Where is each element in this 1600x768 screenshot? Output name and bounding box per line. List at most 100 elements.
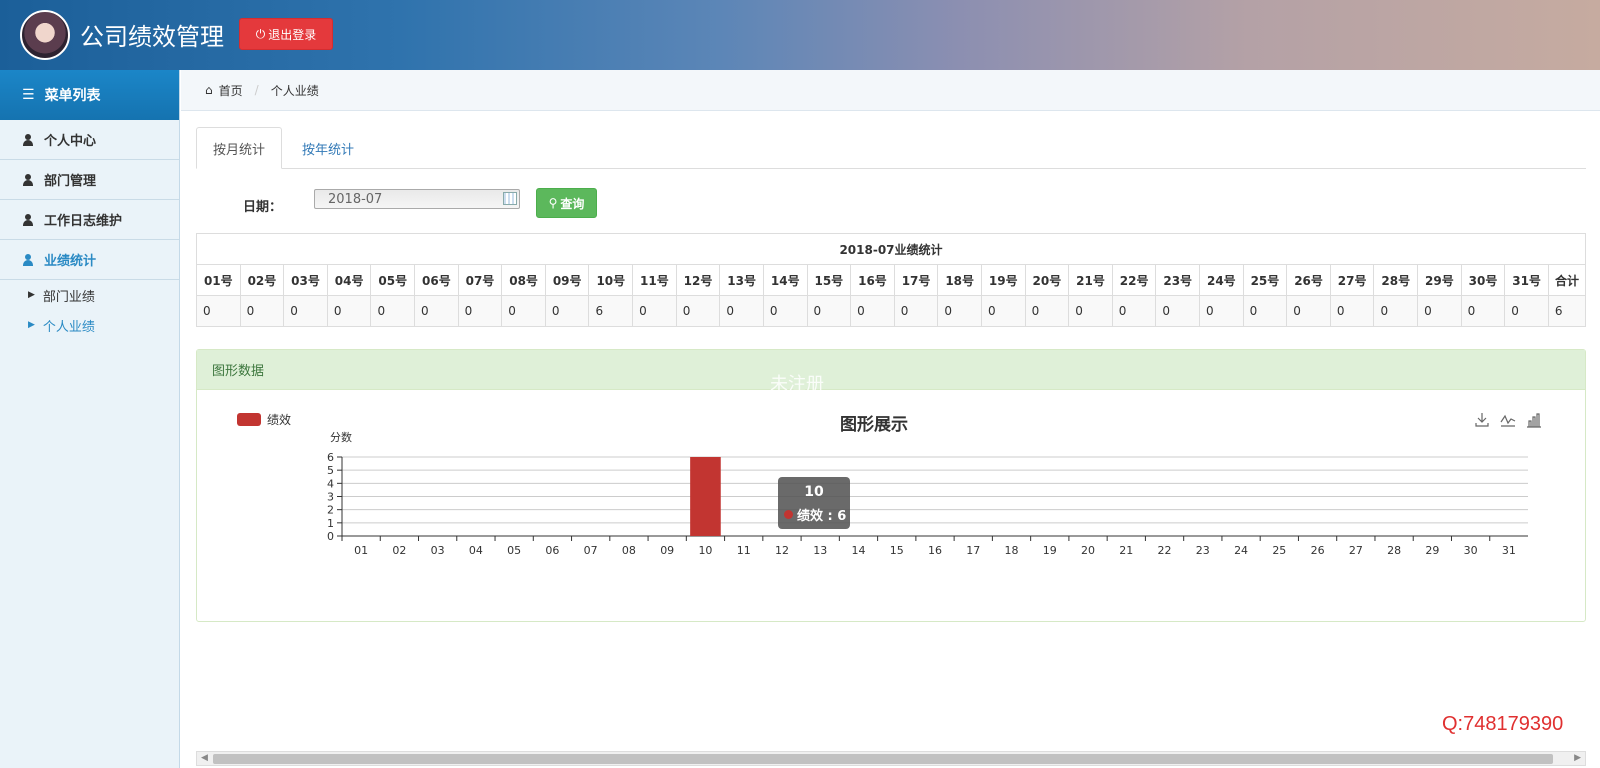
x-tick-label: 06	[545, 544, 559, 557]
x-tick-label: 11	[737, 544, 751, 557]
breadcrumb-home[interactable]: 首页	[219, 82, 243, 99]
table-row: 00000000060000000000000000000006	[196, 295, 1587, 327]
table-cell: 0	[457, 295, 503, 327]
table-header-cell: 23号	[1155, 264, 1201, 296]
caret-right-icon: ▶	[28, 290, 35, 300]
table-header-cell: 03号	[283, 264, 328, 296]
x-tick-label: 09	[660, 544, 674, 557]
table-cell: 6	[1547, 295, 1587, 327]
line-chart-icon[interactable]	[1500, 412, 1516, 428]
x-tick-label: 22	[1158, 544, 1172, 557]
scroll-left-icon[interactable]: ◀	[201, 753, 208, 763]
logout-button[interactable]: ⏻ 退出登录	[239, 18, 333, 50]
bar-chart: 分数012345601 02 03 04 05 06 07 08 09 10 11 12 13 14 15 1…	[327, 431, 1528, 557]
table-cell: 0	[501, 295, 546, 327]
list-icon: ☰	[22, 87, 35, 103]
table-cell: 0	[762, 295, 808, 327]
top-header: 公司绩效管理 ⏻ 退出登录	[0, 0, 1600, 70]
table-cell: 0	[1417, 295, 1462, 327]
y-tick-label: 3	[327, 491, 334, 504]
x-tick-label: 24	[1234, 544, 1248, 557]
chart-toolbox	[1474, 412, 1542, 428]
table-cell: 0	[1199, 295, 1244, 327]
table-cell: 0	[1504, 295, 1549, 327]
table-cell: 0	[806, 295, 852, 327]
breadcrumb-separator: /	[254, 83, 259, 97]
table-header-cell: 06号	[414, 264, 459, 296]
x-tick-label: 26	[1311, 544, 1325, 557]
table-cell: 0	[1460, 295, 1506, 327]
table-header-cell: 08号	[501, 264, 546, 296]
x-tick-label: 30	[1464, 544, 1478, 557]
search-button[interactable]: ⚲ 查询	[536, 188, 597, 218]
scrollbar-thumb[interactable]	[213, 754, 1553, 764]
table-cell: 0	[719, 295, 764, 327]
table-cell: 0	[239, 295, 285, 327]
table-header-row: 01号 02号 03号 04号 05号 06号 07号 08号 09号 10号 11号 12号 13号 1…	[196, 264, 1587, 296]
breadcrumb-current: 个人业绩	[270, 83, 319, 98]
x-tick-label: 31	[1502, 544, 1516, 557]
caret-right-icon: ▶	[28, 320, 35, 330]
x-tick-label: 21	[1119, 544, 1133, 557]
table-header-cell: 28号	[1373, 264, 1419, 296]
table-header-cell: 18号	[937, 264, 982, 296]
table-header-cell: 合计	[1547, 264, 1587, 296]
x-tick-label: 15	[890, 544, 904, 557]
table-cell: 0	[675, 295, 721, 327]
panel-heading: 图形数据	[197, 350, 1585, 390]
x-tick-label: 18	[1005, 544, 1019, 557]
legend-label: 绩效	[267, 413, 292, 427]
x-tick-label: 04	[469, 544, 483, 557]
table-cell: 0	[1155, 295, 1201, 327]
x-tick-label: 08	[622, 544, 636, 557]
y-axis-label: 分数	[330, 431, 352, 444]
power-icon: ⏻	[255, 26, 266, 41]
table-header-cell: 05号	[370, 264, 416, 296]
x-tick-label: 14	[851, 544, 865, 557]
table-header-cell: 16号	[850, 264, 895, 296]
x-tick-label: 03	[431, 544, 445, 557]
bar-chart-icon[interactable]	[1526, 412, 1542, 428]
x-tick-label: 25	[1272, 544, 1286, 557]
table-header-cell: 31号	[1504, 264, 1549, 296]
table-header-cell: 10号	[588, 264, 634, 296]
sidebar-subitem-department-performance[interactable]: ▶ 部门业绩	[0, 280, 179, 310]
user-icon	[22, 213, 34, 226]
table-header-cell: 17号	[893, 264, 939, 296]
sidebar-item-personal-center[interactable]: 个人中心	[0, 120, 179, 160]
chart-legend[interactable]: 绩效	[237, 411, 291, 428]
sidebar-subitem-personal-performance[interactable]: ▶ 个人业绩	[0, 310, 179, 340]
x-tick-label: 29	[1425, 544, 1439, 557]
x-tick-label: 20	[1081, 544, 1095, 557]
sidebar: ☰ 菜单列表 个人中心 部门管理 工作日志维护 业绩统计 ▶ 部门业绩 ▶ 个人…	[0, 70, 180, 768]
sidebar-item-performance[interactable]: 业绩统计	[0, 240, 179, 280]
search-icon: ⚲	[548, 196, 558, 210]
table-header-cell: 15号	[806, 264, 852, 296]
table-header-cell: 24号	[1199, 264, 1244, 296]
tooltip-dot	[784, 510, 793, 519]
table-cell: 0	[1242, 295, 1288, 327]
table-cell: 0	[370, 295, 416, 327]
x-tick-label: 28	[1387, 544, 1401, 557]
sidebar-heading: ☰ 菜单列表	[0, 70, 179, 120]
table-header-cell: 30号	[1460, 264, 1506, 296]
sidebar-item-worklog[interactable]: 工作日志维护	[0, 200, 179, 240]
bar[interactable]	[690, 457, 721, 536]
table-cell: 0	[1068, 295, 1113, 327]
y-tick-label: 1	[327, 517, 334, 530]
table-header-cell: 07号	[457, 264, 503, 296]
table-cell: 0	[544, 295, 590, 327]
download-icon[interactable]	[1474, 412, 1490, 428]
sidebar-item-department[interactable]: 部门管理	[0, 160, 179, 200]
user-icon	[22, 253, 34, 266]
date-input[interactable]: 2018-07	[314, 189, 520, 209]
tab-yearly[interactable]: 按年统计	[286, 127, 370, 169]
table-cell: 0	[196, 295, 241, 327]
scroll-right-icon[interactable]: ▶	[1574, 753, 1581, 763]
avatar[interactable]	[20, 10, 70, 60]
horizontal-scrollbar[interactable]: ◀ ▶	[196, 751, 1586, 766]
table-cell: 0	[414, 295, 459, 327]
tab-monthly[interactable]: 按月统计	[196, 127, 283, 169]
watermark: 未注册	[770, 374, 824, 395]
calendar-icon[interactable]	[503, 192, 517, 205]
